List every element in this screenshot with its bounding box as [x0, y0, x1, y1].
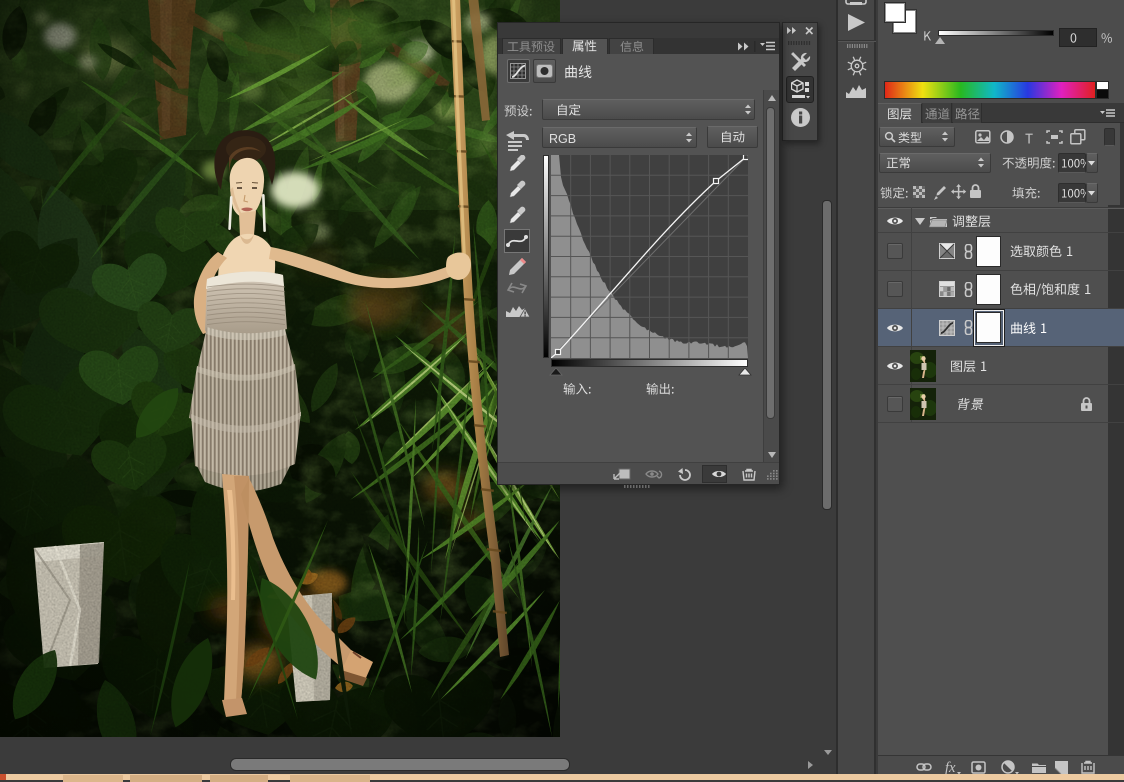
svg-text:fx: fx: [945, 760, 956, 775]
